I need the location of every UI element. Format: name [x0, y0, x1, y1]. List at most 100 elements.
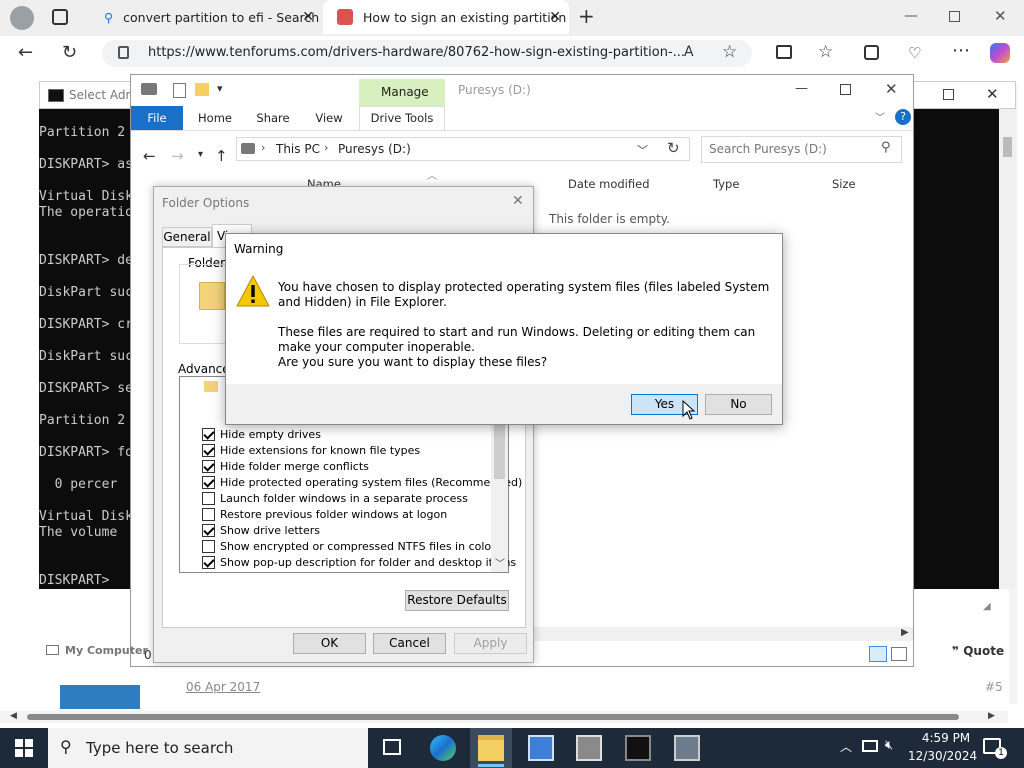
scroll-left-icon[interactable]: ◀ [10, 711, 17, 721]
breadcrumb-sep-icon[interactable]: › [261, 141, 265, 154]
console-restore-icon[interactable] [943, 89, 954, 100]
new-tab-button[interactable]: + [578, 4, 595, 28]
nav-back-icon[interactable]: ← [143, 147, 156, 165]
recent-locations-icon[interactable]: ▾ [198, 149, 203, 160]
checkbox[interactable] [202, 427, 215, 441]
lock-icon[interactable] [118, 46, 129, 59]
list-scroll-thumb[interactable] [494, 417, 505, 479]
details-view-icon[interactable] [869, 646, 887, 662]
close-tab-icon[interactable]: ✕ [302, 9, 314, 25]
h-scroll-thumb[interactable] [27, 714, 959, 720]
horizontal-scrollbar[interactable] [531, 627, 913, 641]
copilot-icon[interactable] [990, 43, 1010, 63]
explorer-close-icon[interactable]: ✕ [885, 80, 898, 98]
network-tray-icon[interactable] [862, 740, 878, 752]
nav-up-icon[interactable]: ↑ [215, 147, 228, 165]
checkbox[interactable] [202, 443, 215, 457]
new-folder-icon[interactable] [195, 83, 209, 96]
scroll-right-icon[interactable]: ▶ [901, 627, 909, 638]
console-scrollbar[interactable] [999, 109, 1016, 589]
volume-muted-icon[interactable]: 🔇︎ [885, 738, 893, 753]
read-aloud-icon[interactable]: A [684, 44, 694, 60]
back-icon[interactable]: ← [18, 42, 33, 63]
ribbon-tab-share[interactable]: Share [251, 107, 295, 129]
setting-hide-protected-os-files[interactable]: Hide protected operating system files (R… [202, 474, 522, 490]
favorites-icon[interactable]: ☆ [818, 42, 833, 62]
collections-icon[interactable] [864, 45, 879, 60]
checkbox[interactable] [202, 555, 215, 569]
setting-launch-separate-process[interactable]: Launch folder windows in a separate proc… [202, 490, 468, 506]
folder-options-close-icon[interactable]: ✕ [512, 193, 524, 209]
restore-browser-icon[interactable] [949, 11, 960, 22]
my-computer-label[interactable]: My Computer [65, 644, 148, 657]
tab-search[interactable]: ⚲ convert partition to efi - Search ✕ [90, 0, 322, 34]
properties-check-icon[interactable] [173, 83, 186, 98]
tab-general[interactable]: General [162, 227, 212, 247]
ribbon-tab-view[interactable]: View [307, 107, 351, 129]
more-menu-icon[interactable]: ⋯ [952, 40, 970, 61]
explorer-maximize-icon[interactable] [840, 84, 851, 95]
restore-defaults-button[interactable]: Restore Defaults [405, 590, 509, 611]
explorer-minimize-icon[interactable]: — [795, 81, 808, 96]
document-app-icon[interactable] [528, 735, 554, 761]
clock-date[interactable]: 12/30/2024 [908, 749, 977, 763]
search-magnifier-icon[interactable]: ⚲ [881, 140, 891, 155]
url-text[interactable]: https://www.tenforums.com/drivers-hardwa… [148, 45, 685, 60]
setting-show-popup-description[interactable]: Show pop-up description for folder and d… [202, 554, 516, 570]
profile-avatar[interactable] [10, 6, 34, 30]
taskbar-search-box[interactable]: ⚲ Type here to search [48, 728, 368, 768]
col-type[interactable]: Type [713, 177, 739, 191]
performance-icon[interactable]: ♡ [908, 44, 921, 62]
console-scroll-thumb[interactable] [1003, 137, 1012, 157]
setting-hide-merge-conflicts[interactable]: Hide folder merge conflicts [202, 458, 369, 474]
command-prompt-icon[interactable] [625, 735, 651, 761]
breadcrumb-this-pc[interactable]: This PC [276, 142, 320, 156]
network-app-icon[interactable] [674, 735, 700, 761]
minimize-browser-icon[interactable]: — [904, 8, 918, 24]
file-explorer-icon[interactable] [478, 735, 504, 761]
show-hidden-icons-icon[interactable]: ︿ [840, 738, 852, 755]
checkbox[interactable] [202, 539, 215, 553]
large-icons-view-icon[interactable] [891, 647, 907, 661]
checkbox[interactable] [202, 459, 215, 473]
split-screen-icon[interactable] [776, 45, 792, 59]
task-view-icon[interactable] [383, 739, 401, 755]
scroll-down-icon[interactable]: ﹀ [495, 555, 505, 570]
col-date-modified[interactable]: Date modified [568, 177, 650, 191]
path-dropdown-icon[interactable]: ﹀ [637, 142, 648, 158]
windows-start-icon[interactable] [15, 739, 33, 757]
setting-restore-previous-windows[interactable]: Restore previous folder windows at logon [202, 506, 447, 522]
checkbox[interactable] [202, 507, 215, 521]
scroll-right-icon[interactable]: ▶ [988, 711, 995, 721]
clock-time[interactable]: 4:59 PM [916, 731, 976, 745]
apply-button[interactable]: Apply [454, 633, 527, 654]
setting-hide-extensions[interactable]: Hide extensions for known file types [202, 442, 420, 458]
breadcrumb-drive[interactable]: Puresys (D:) [338, 142, 411, 156]
customize-qat-icon[interactable]: ▾ [217, 82, 223, 95]
tab-actions-icon[interactable] [52, 9, 68, 25]
ribbon-tab-drive-tools[interactable]: Drive Tools [359, 107, 445, 129]
cancel-button[interactable]: Cancel [373, 633, 446, 654]
collapse-ribbon-icon[interactable]: ﹀ [875, 109, 885, 124]
post-number[interactable]: #5 [985, 680, 1003, 694]
help-icon[interactable]: ? [895, 109, 911, 125]
ok-button[interactable]: OK [293, 633, 366, 654]
no-button[interactable]: No [705, 394, 772, 415]
search-placeholder[interactable]: Search Puresys (D:) [709, 142, 827, 156]
browser-h-scrollbar[interactable]: ◀ ▶ [0, 711, 1008, 723]
console-close-icon[interactable]: ✕ [986, 85, 999, 103]
checkbox[interactable] [202, 475, 215, 489]
checkbox[interactable] [202, 523, 215, 537]
setting-show-drive-letters[interactable]: Show drive letters [202, 522, 320, 538]
edge-icon[interactable] [430, 735, 456, 761]
path-refresh-icon[interactable]: ↻ [667, 139, 680, 157]
close-browser-icon[interactable]: ✕ [994, 7, 1007, 25]
nav-forward-icon[interactable]: → [171, 147, 184, 165]
refresh-icon[interactable]: ↻ [62, 42, 77, 63]
quote-button[interactable]: ❞ Quote [952, 644, 1004, 658]
setting-show-encrypted-color[interactable]: Show encrypted or compressed NTFS files … [202, 538, 496, 554]
disk-management-icon[interactable] [576, 735, 602, 761]
col-size[interactable]: Size [832, 177, 856, 191]
ribbon-tab-home[interactable]: Home [193, 107, 237, 129]
resize-grip-icon[interactable]: ◢ [983, 601, 991, 612]
